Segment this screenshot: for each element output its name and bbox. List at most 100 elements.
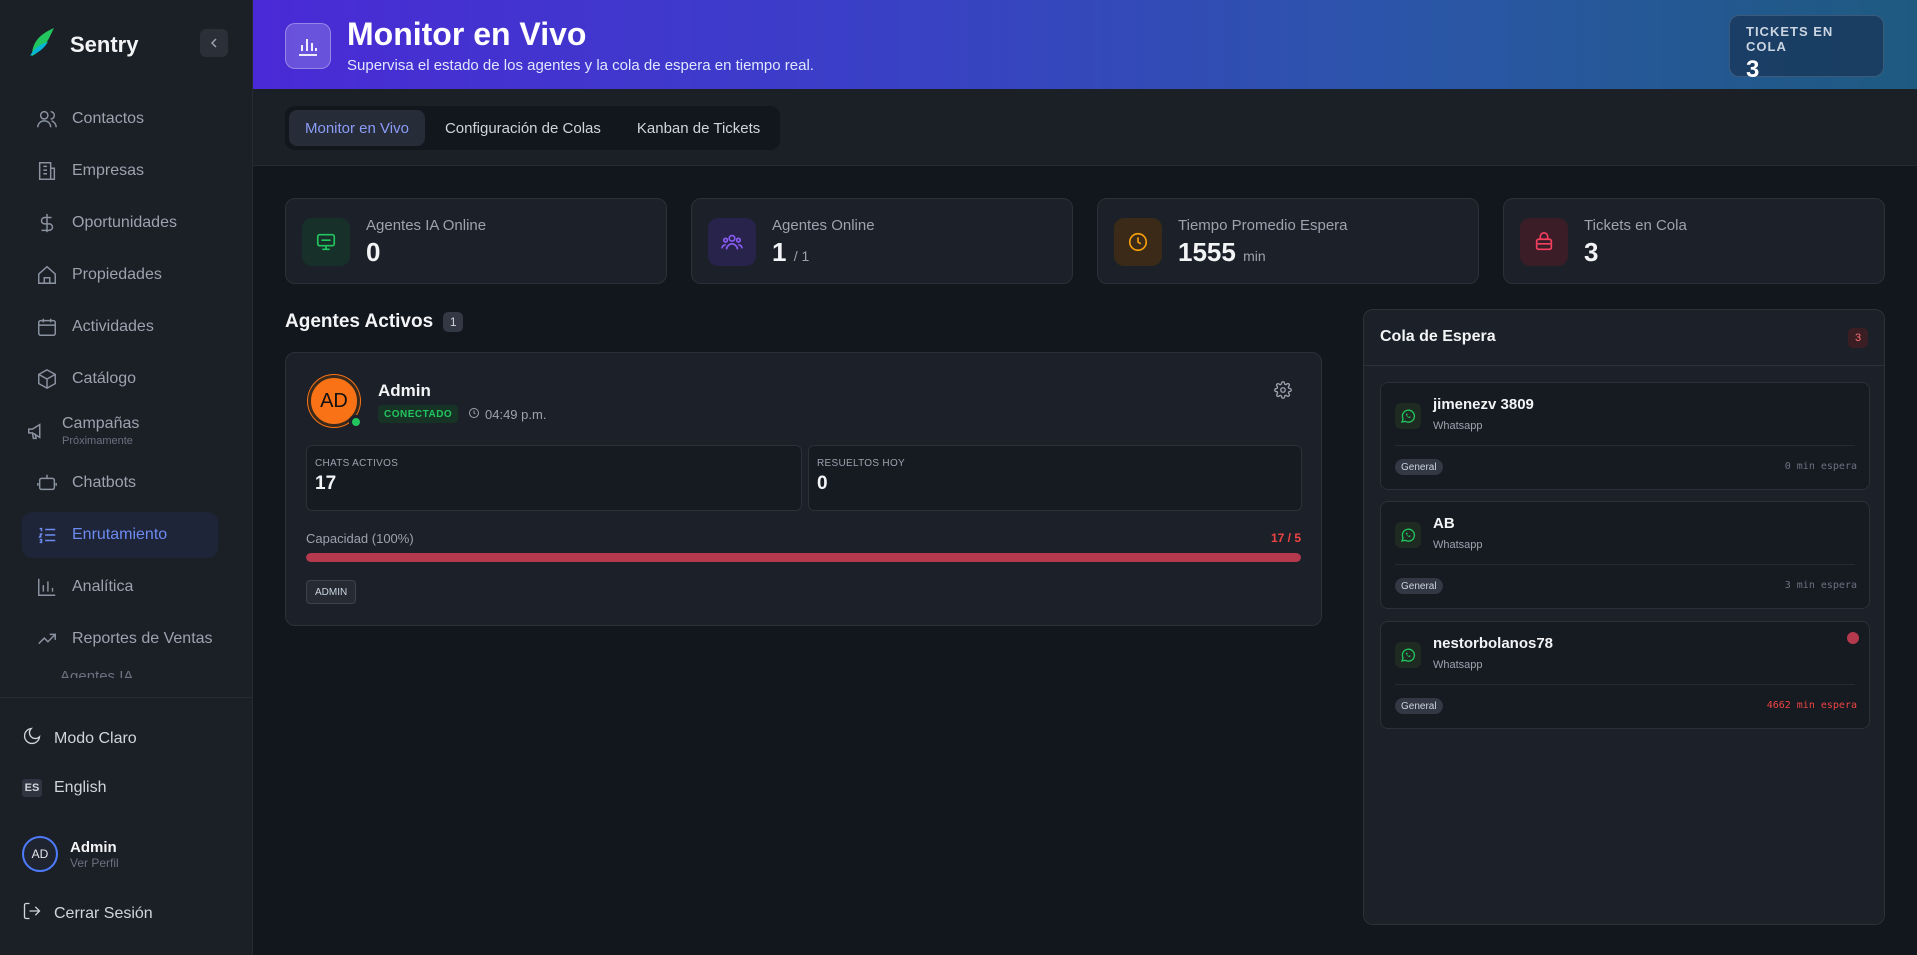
metric-label: CHATS ACTIVOS	[315, 458, 399, 469]
sidebar-item-oportunidades[interactable]: Oportunidades	[22, 200, 218, 246]
header-stat-value: 3	[1746, 56, 1760, 83]
metric-value: 17	[315, 473, 337, 494]
stat-card-tickets-cola: Tickets en Cola 3	[1503, 198, 1885, 284]
capacity-bar-fill	[306, 553, 1301, 562]
queue-item-name: jimenezv 3809	[1433, 396, 1534, 413]
queue-item-name: AB	[1433, 515, 1455, 532]
agent-time-text: 04:49 p.m.	[485, 406, 547, 422]
sidebar-item-actividades[interactable]: Actividades	[22, 304, 218, 350]
logout-label: Cerrar Sesión	[54, 904, 153, 922]
language-code-badge: ES	[22, 779, 42, 797]
status-badge: CONECTADO	[378, 405, 459, 423]
inbox-icon	[1520, 218, 1568, 266]
users-icon	[36, 108, 58, 130]
tab-kanban-de-tickets[interactable]: Kanban de Tickets	[621, 110, 776, 146]
sidebar-item-reportes[interactable]: Reportes de Ventas	[22, 616, 218, 662]
queue-item[interactable]: jimenezv 3809 Whatsapp General 0 min esp…	[1380, 382, 1870, 490]
monitor-chart-icon	[285, 23, 331, 69]
sentry-logo-icon	[28, 26, 56, 63]
page-subtitle: Supervisa el estado de los agentes y la …	[347, 57, 814, 74]
sidebar-item-campanas[interactable]: Campañas Próximamente	[22, 408, 218, 454]
stat-label: Tickets en Cola	[1584, 217, 1687, 234]
sidebar-item-catalogo[interactable]: Catálogo	[22, 356, 218, 402]
queue-item[interactable]: nestorbolanos78 Whatsapp General 4662 mi…	[1380, 621, 1870, 729]
calendar-icon	[36, 316, 58, 338]
building-icon	[36, 160, 58, 182]
sidebar-item-label: Contactos	[72, 110, 145, 127]
queue-item-channel: Whatsapp	[1433, 420, 1483, 432]
logout-button[interactable]: Cerrar Sesión	[22, 901, 153, 926]
page-title: Monitor en Vivo	[347, 16, 587, 52]
sidebar-nav: Contactos Empresas Oportunidades Propied…	[22, 96, 218, 678]
monitor-icon	[302, 218, 350, 266]
clock-icon	[1114, 218, 1162, 266]
profile-name: Admin	[70, 838, 117, 856]
stat-value: 3	[1584, 237, 1599, 267]
sidebar-item-label: Reportes de Ventas	[72, 630, 213, 647]
queue-item-channel: Whatsapp	[1433, 539, 1483, 551]
stat-value: 1555	[1178, 237, 1236, 267]
sidebar-item-label: Catálogo	[72, 370, 137, 387]
sidebar-item-label: Chatbots	[72, 474, 137, 491]
stat-card-agentes-ia: Agentes IA Online 0	[285, 198, 667, 284]
sidebar-item-empresas[interactable]: Empresas	[22, 148, 218, 194]
divider	[1395, 445, 1855, 446]
stat-suffix: min	[1243, 248, 1266, 264]
whatsapp-icon	[1395, 522, 1421, 548]
sidebar-item-enrutamiento[interactable]: Enrutamiento	[22, 512, 218, 558]
metric-resueltos-hoy: RESUELTOS HOY 0	[808, 445, 1302, 511]
queue-title: Cola de Espera	[1380, 328, 1496, 345]
sidebar-item-chatbots[interactable]: Chatbots	[22, 460, 218, 506]
capacity-bar	[306, 553, 1301, 562]
tab-configuracion-de-colas[interactable]: Configuración de Colas	[429, 110, 617, 146]
queue-item-tag: General	[1395, 459, 1443, 475]
tab-monitor-en-vivo[interactable]: Monitor en Vivo	[289, 110, 425, 146]
alert-dot	[1847, 632, 1859, 644]
profile-sub: Ver Perfil	[70, 855, 119, 870]
logout-icon	[22, 901, 42, 926]
queue-count-badge: 3	[1848, 328, 1868, 348]
queue-item[interactable]: AB Whatsapp General 3 min espera	[1380, 501, 1870, 609]
sidebar-item-contactos[interactable]: Contactos	[22, 96, 218, 142]
capacity-ratio: 17 / 5	[1270, 531, 1301, 545]
collapse-sidebar-button[interactable]	[200, 29, 228, 57]
brand[interactable]: Sentry	[28, 26, 138, 63]
agent-settings-button[interactable]	[1274, 381, 1292, 404]
queue-header: Cola de Espera 3	[1364, 310, 1884, 366]
theme-toggle[interactable]: Modo Claro	[22, 726, 137, 751]
bot-icon	[36, 472, 58, 494]
sidebar-item-label: Actividades	[72, 318, 154, 335]
queue-item-tag: General	[1395, 578, 1443, 594]
language-toggle[interactable]: ES English	[22, 779, 106, 797]
sidebar-item-label: Agentes IA	[60, 668, 134, 678]
sidebar-item-analitica[interactable]: Analítica	[22, 564, 218, 610]
app-name: Sentry	[70, 31, 139, 57]
sidebar-item-propiedades[interactable]: Propiedades	[22, 252, 218, 298]
tab-bar: Monitor en Vivo Configuración de Colas K…	[253, 89, 1917, 166]
sidebar-item-label: Oportunidades	[72, 214, 177, 231]
metric-chats-activos: CHATS ACTIVOS 17	[306, 445, 802, 511]
queue-item-wait: 4662 min espera	[1766, 700, 1857, 711]
agents-section-title: Agentes Activos 1	[285, 311, 464, 333]
whatsapp-icon	[1395, 403, 1421, 429]
sidebar-item-agentes-ia[interactable]: Agentes IA	[22, 662, 218, 678]
sidebar-item-label: Propiedades	[72, 266, 162, 283]
whatsapp-icon	[1395, 642, 1421, 668]
theme-label: Modo Claro	[54, 729, 137, 747]
gear-icon	[1274, 381, 1292, 399]
queue-item-wait: 3 min espera	[1784, 580, 1857, 591]
list-ordered-icon	[36, 524, 58, 546]
agent-time: 04:49 p.m.	[468, 405, 546, 423]
sidebar-footer	[0, 697, 253, 698]
avatar: AD	[22, 836, 58, 872]
sidebar-item-label: Enrutamiento	[72, 526, 168, 543]
profile-link[interactable]: AD Admin Ver Perfil	[22, 836, 119, 872]
queue-item-name: nestorbolanos78	[1433, 635, 1554, 652]
header-stat-label: TICKETS EN COLA	[1746, 24, 1834, 54]
agent-name: Admin	[378, 381, 431, 400]
metric-value: 0	[817, 473, 828, 494]
sidebar-item-label: Analítica	[72, 578, 134, 595]
stat-card-tiempo-espera: Tiempo Promedio Espera 1555 min	[1097, 198, 1479, 284]
metric-label: RESUELTOS HOY	[817, 458, 905, 469]
sidebar-item-sublabel: Próximamente	[62, 435, 133, 447]
